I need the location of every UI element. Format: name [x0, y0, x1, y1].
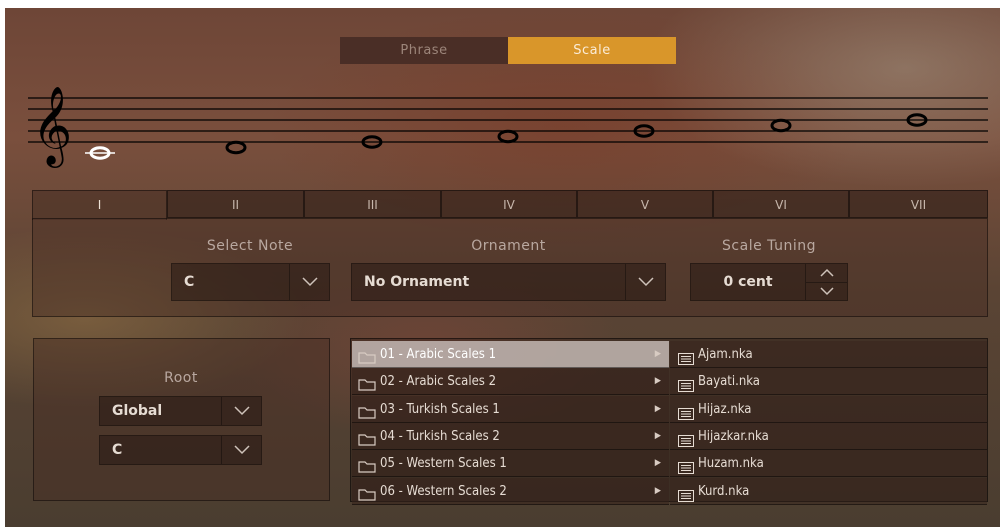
file-label: Ajam.nka	[698, 347, 753, 362]
whole-note-1[interactable]	[85, 146, 115, 160]
chevron-down-icon	[820, 287, 834, 296]
ornament-dropdown[interactable]: No Ornament	[351, 263, 666, 301]
file-label: Huzam.nka	[698, 456, 764, 472]
tab-scale[interactable]: Scale	[508, 37, 676, 64]
chevron-right-icon: ▶	[654, 403, 661, 414]
folder-label: 04 - Turkish Scales 2	[380, 428, 500, 444]
treble-clef-icon: 𝄞	[32, 86, 72, 168]
chevron-right-icon: ▶	[654, 485, 661, 496]
folder-item[interactable]: 03 - Turkish Scales 1 ▶	[352, 395, 669, 423]
chevron-down-icon	[221, 397, 261, 425]
chevron-right-icon: ▶	[654, 349, 661, 359]
tab-degree-1[interactable]: I	[32, 190, 167, 220]
scale-notes	[85, 113, 928, 160]
folder-label: 05 - Western Scales 1	[380, 456, 507, 472]
decrement-button[interactable]	[805, 282, 847, 300]
whole-note-4[interactable]	[497, 129, 519, 144]
folder-icon	[358, 484, 376, 511]
increment-button[interactable]	[805, 264, 847, 282]
file-label: Hijazkar.nka	[698, 428, 769, 444]
select-note-dropdown[interactable]: C	[171, 263, 330, 301]
root-label: Root	[164, 370, 198, 386]
file-item[interactable]: Hijazkar.nka	[670, 422, 987, 450]
folder-item[interactable]: 04 - Turkish Scales 2 ▶	[352, 422, 669, 450]
whole-note-2[interactable]	[225, 140, 247, 155]
tab-degree-5[interactable]: V	[577, 190, 713, 218]
folder-item[interactable]: 02 - Arabic Scales 2 ▶	[352, 368, 669, 396]
root-mode-value: Global	[112, 403, 163, 419]
folder-item[interactable]: 05 - Western Scales 1 ▶	[352, 450, 669, 478]
tab-phrase[interactable]: Phrase	[340, 37, 508, 64]
chevron-down-icon	[221, 436, 261, 464]
tab-degree-7[interactable]: VII	[849, 190, 988, 218]
folder-label: 03 - Turkish Scales 1	[380, 401, 500, 417]
folder-label: 06 - Western Scales 2	[380, 483, 507, 499]
whole-note-6[interactable]	[770, 118, 792, 133]
music-staff: 𝄞	[28, 86, 988, 168]
chevron-right-icon: ▶	[654, 430, 661, 441]
file-item[interactable]: Kurd.nka	[670, 477, 987, 505]
file-item[interactable]: Hijaz.nka	[670, 395, 987, 423]
ornament-value: No Ornament	[364, 274, 470, 290]
file-label: Bayati.nka	[698, 374, 760, 390]
file-item[interactable]: Huzam.nka	[670, 450, 987, 478]
scale-tuning-value: 0 cent	[723, 274, 773, 290]
chevron-down-icon	[289, 264, 329, 300]
folder-item[interactable]: 06 - Western Scales 2 ▶	[352, 477, 669, 505]
select-note-value: C	[184, 274, 195, 290]
ornament-label: Ornament	[471, 238, 546, 254]
chevron-right-icon: ▶	[654, 458, 661, 469]
chevron-up-icon	[820, 268, 834, 277]
folder-item[interactable]: 01 - Arabic Scales 1 ▶	[352, 341, 669, 368]
chevron-down-icon	[625, 264, 665, 300]
root-mode-dropdown[interactable]: Global	[99, 396, 262, 426]
chevron-right-icon: ▶	[654, 376, 661, 387]
tab-degree-6[interactable]: VI	[713, 190, 849, 218]
tab-degree-2[interactable]: II	[167, 190, 304, 218]
file-item[interactable]: Ajam.nka	[670, 341, 987, 368]
list-file-icon	[678, 485, 694, 512]
root-note-dropdown[interactable]: C	[99, 435, 262, 465]
folder-label: 02 - Arabic Scales 2	[380, 374, 497, 390]
scale-tuning-label: Scale Tuning	[722, 238, 816, 254]
folder-label: 01 - Arabic Scales 1	[380, 347, 497, 362]
scale-tuning-stepper[interactable]: 0 cent	[690, 263, 848, 301]
select-note-label: Select Note	[206, 238, 294, 254]
file-item[interactable]: Bayati.nka	[670, 368, 987, 396]
file-label: Kurd.nka	[698, 483, 750, 499]
root-note-value: C	[112, 442, 123, 458]
file-label: Hijaz.nka	[698, 401, 752, 417]
tab-degree-3[interactable]: III	[304, 190, 441, 218]
tab-degree-4[interactable]: IV	[441, 190, 577, 218]
